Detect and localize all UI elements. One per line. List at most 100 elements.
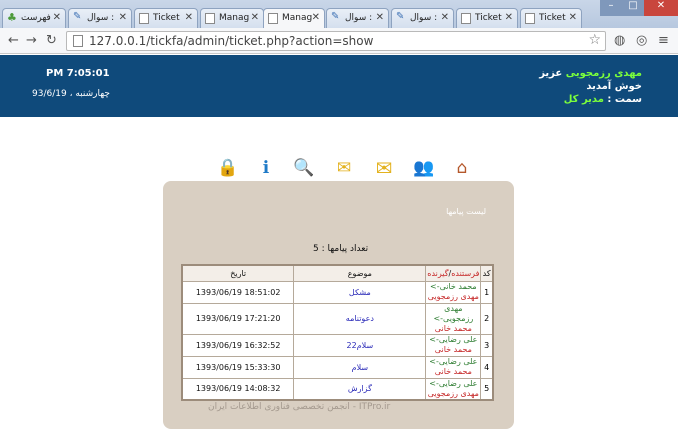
tab-label: سوال : [410, 13, 438, 23]
home-icon[interactable]: ⌂ [451, 157, 473, 179]
user-info: مهدی رزمجویی عزیز خوش آمدید سمت : مدیر ک… [539, 68, 642, 107]
row-date: 1393/06/19 17:21:20 [181, 302, 295, 335]
row-receiver: محمد خانی [434, 323, 472, 333]
close-icon[interactable]: ✕ [569, 12, 577, 23]
address-bar[interactable]: 127.0.0.1/tickfa/admin/ticket.php?action… [66, 31, 606, 51]
browser-tab[interactable]: Manag ✕ [200, 8, 264, 28]
table-row[interactable]: 1393/06/19 16:32:52 سلام22 علی رضایی-> مح… [181, 333, 494, 357]
row-date: 1393/06/19 15:33:30 [181, 355, 295, 379]
close-icon[interactable]: ✕ [505, 12, 513, 23]
column-subject: موضوع [293, 264, 427, 282]
table-row[interactable]: 1393/06/19 18:51:02 مشکل محمد خانی-> مهدی… [181, 280, 494, 304]
close-icon[interactable]: ✕ [251, 12, 259, 23]
row-sender: علی رضایی-> [429, 335, 478, 344]
page-icon [525, 13, 535, 24]
close-icon[interactable]: ✕ [441, 12, 449, 23]
row-code: 2 [480, 302, 494, 335]
back-arrow-icon[interactable]: ← [8, 33, 19, 48]
page-icon [139, 13, 149, 24]
role-value: مدیر کل [563, 94, 604, 105]
row-sender: مهدی رزمجویی-> [433, 303, 474, 323]
table-row[interactable]: 1393/06/19 15:33:30 سلام علی رضایی-> محمد… [181, 355, 494, 379]
row-code: 5 [480, 377, 494, 401]
close-window-button[interactable]: ✕ [644, 0, 678, 16]
maximize-button[interactable]: □ [622, 0, 644, 16]
row-date: 1393/06/19 14:08:32 [181, 377, 295, 401]
row-receiver: محمد خانی [434, 367, 472, 376]
row-sender-receiver: علی رضایی-> محمد خانی [425, 333, 482, 357]
table-row[interactable]: 1393/06/19 17:21:20 دعوتنامه مهدی رزمجوی… [181, 302, 494, 335]
receiver-header: گیرنده [427, 268, 449, 278]
row-date: 1393/06/19 16:32:52 [181, 333, 295, 357]
feather-icon: ✎ [331, 11, 340, 22]
column-code: کد [480, 264, 494, 282]
row-subject[interactable]: دعوتنامه [293, 302, 427, 335]
search-icon[interactable]: 🔍 [293, 157, 315, 179]
sender-header: فرستنده [451, 268, 480, 278]
menu-icon[interactable]: ≡ [658, 33, 669, 48]
lock-icon[interactable]: 🔒 [217, 157, 239, 179]
column-sender-receiver: فرستنده/گیرنده [425, 264, 482, 282]
messages-table: تاریخ موضوع فرستنده/گیرنده کد 1393/06/19… [181, 264, 494, 401]
browser-tab[interactable]: ✎ سوال : ✕ [326, 8, 389, 28]
close-icon[interactable]: ✕ [185, 12, 193, 23]
users-icon[interactable]: 👥 [413, 157, 435, 179]
row-sender: محمد خانی-> [430, 282, 477, 291]
bookmark-star-icon[interactable]: ☆ [588, 32, 601, 48]
globe-icon[interactable]: ◍ [614, 33, 625, 48]
inbox-icon[interactable]: ✉ [373, 157, 395, 179]
action-icons: 🔒 ℹ 🔍 ✉ ✉ 👥 ⌂ [215, 157, 480, 181]
table-header-row: تاریخ موضوع فرستنده/گیرنده کد [181, 264, 494, 282]
row-date: 1393/06/19 18:51:02 [181, 280, 295, 304]
persian-date: چهارشنبه ، 93/6/19 [32, 89, 110, 99]
browser-toolbar: ← → ↻ 127.0.0.1/tickfa/admin/ticket.php?… [0, 28, 678, 54]
browser-tab[interactable]: Ticket ✕ [520, 8, 582, 28]
tab-label: فهرست [21, 13, 51, 23]
row-subject[interactable]: گزارش [293, 377, 427, 401]
browser-tab[interactable]: Ticket ✕ [134, 8, 198, 28]
tab-label: سوال : [87, 13, 115, 23]
extension-icon[interactable]: ◎ [636, 33, 647, 48]
tab-label: Ticket [539, 13, 566, 23]
reload-icon[interactable]: ↻ [46, 33, 57, 48]
page-icon [461, 13, 471, 24]
row-receiver: مهدی رزمجویی [427, 292, 479, 301]
user-name: مهدی رزمجویی [565, 68, 642, 79]
row-subject[interactable]: سلام22 [293, 333, 427, 357]
row-sender: علی رضایی-> [429, 357, 478, 366]
page-icon [73, 35, 83, 47]
row-code: 1 [480, 280, 494, 304]
browser-tab[interactable]: ✎ سوال : ✕ [391, 8, 454, 28]
tab-label: Manag [282, 13, 313, 23]
row-code: 3 [480, 333, 494, 357]
row-subject[interactable]: سلام [293, 355, 427, 379]
row-sender-receiver: محمد خانی-> مهدی رزمجویی [425, 280, 482, 304]
minimize-button[interactable]: – [600, 0, 622, 16]
row-receiver: مهدی رزمجویی [427, 388, 479, 398]
browser-tab[interactable]: ✎ سوال : ✕ [68, 8, 132, 28]
close-icon[interactable]: ✕ [376, 12, 384, 23]
row-sender-receiver: علی رضایی-> مهدی رزمجویی [425, 377, 482, 401]
info-icon[interactable]: ℹ [255, 157, 277, 179]
greeting-suffix: عزیز [539, 68, 563, 79]
browser-tab[interactable]: Ticket ✕ [456, 8, 518, 28]
close-icon[interactable]: ✕ [53, 12, 61, 23]
row-subject[interactable]: مشکل [293, 280, 427, 304]
role-label: سمت : [607, 94, 642, 105]
browser-tab[interactable]: ♣ فهرست ✕ [2, 8, 66, 28]
close-icon[interactable]: ✕ [312, 12, 320, 23]
row-sender: علی رضایی-> [429, 378, 478, 388]
row-sender-receiver: مهدی رزمجویی-> محمد خانی [425, 302, 482, 335]
table-row[interactable]: 1393/06/19 14:08:32 گزارش علی رضایی-> مهد… [181, 377, 494, 401]
column-date: تاریخ [181, 264, 295, 282]
new-message-icon[interactable]: ✉ [333, 157, 355, 179]
tab-label: Manag [219, 13, 250, 23]
close-icon[interactable]: ✕ [119, 12, 127, 23]
feather-icon: ✎ [396, 11, 405, 22]
forward-arrow-icon[interactable]: → [26, 33, 37, 48]
row-receiver: محمد خانی [434, 345, 472, 354]
feather-icon: ✎ [73, 11, 82, 22]
url-text[interactable]: 127.0.0.1/tickfa/admin/ticket.php?action… [89, 34, 373, 48]
browser-tab-active[interactable]: Manag ✕ [263, 8, 325, 29]
page-icon [205, 13, 215, 24]
